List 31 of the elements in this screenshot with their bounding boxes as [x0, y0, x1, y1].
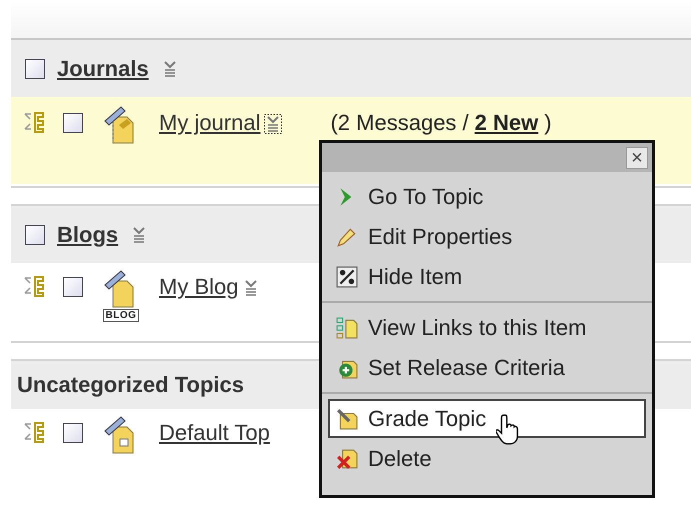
tree-icon[interactable]: [23, 275, 45, 297]
close-button[interactable]: ×: [626, 146, 648, 168]
menu-item[interactable]: Edit Properties: [328, 217, 646, 256]
delete-icon: [336, 448, 358, 470]
checkbox[interactable]: [63, 113, 83, 133]
grade-icon: [336, 408, 358, 430]
menu-item[interactable]: Set Release Criteria: [328, 348, 646, 387]
message-count: (2 Messages /: [330, 110, 469, 136]
checkbox[interactable]: [25, 224, 45, 244]
tree-icon[interactable]: [23, 421, 45, 443]
item-link[interactable]: Default Top: [159, 420, 270, 446]
section-title[interactable]: Journals: [57, 56, 149, 82]
item-link[interactable]: My Blog: [159, 274, 238, 300]
paren: ): [544, 110, 552, 136]
badge: BLOG: [102, 309, 140, 322]
item-link[interactable]: My journal: [159, 110, 260, 136]
checkbox[interactable]: [25, 58, 45, 78]
tree-icon[interactable]: [23, 111, 45, 133]
menu-item[interactable]: Go To Topic: [328, 177, 646, 216]
percent-icon: [336, 266, 358, 288]
links-icon: [336, 316, 358, 338]
section-title: Uncategorized Topics: [17, 372, 244, 398]
menu-item[interactable]: View Links to this Item: [328, 308, 646, 347]
section-title[interactable]: Blogs: [57, 222, 118, 248]
menu-icon[interactable]: [264, 114, 282, 134]
menu-item[interactable]: Delete: [328, 439, 646, 478]
checkbox[interactable]: [63, 277, 83, 297]
pencil-icon: [336, 226, 358, 248]
menu-item[interactable]: Hide Item: [328, 257, 646, 296]
checkbox[interactable]: [63, 423, 83, 443]
new-count-link[interactable]: 2 New: [474, 110, 538, 136]
